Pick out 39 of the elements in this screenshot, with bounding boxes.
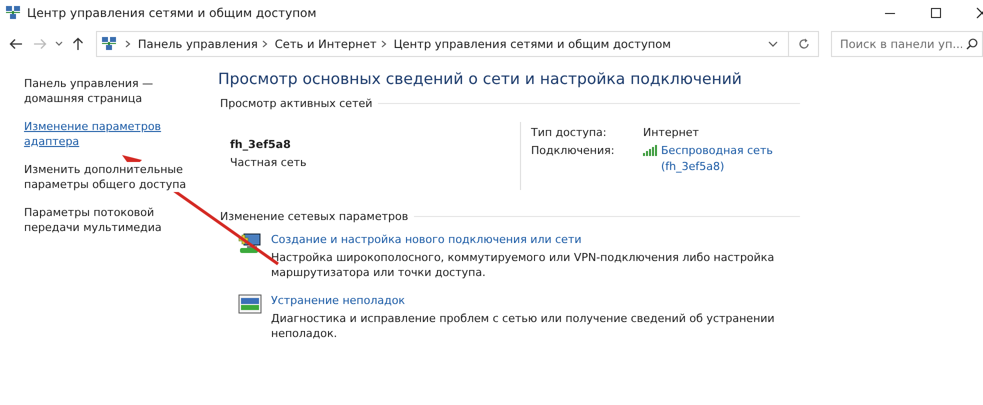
task-description: Настройка широкополосного, коммутируемого или VPN-подключения либо настройка маршрутизатора или точки доступа.	[271, 250, 774, 280]
chevron-right-icon	[124, 40, 131, 48]
task-description: Диагностика и исправление проблем с сетью или получение сведений об устранении неполадок.	[271, 311, 775, 341]
task-link[interactable]: Создание и настройка нового подключения или сети	[271, 231, 774, 248]
network-icon	[5, 5, 21, 21]
chevron-down-icon	[768, 41, 778, 47]
sidebar-link[interactable]: Изменить дополнительные параметры общего доступа	[24, 162, 186, 192]
signal-bars-icon	[643, 145, 658, 156]
property-label: Подключения:	[531, 143, 616, 159]
connection-link[interactable]: Беспроводная сеть (fh_3ef5a8)	[661, 143, 773, 175]
sidebar-link[interactable]: Параметры потоковой передачи мультимедиа	[24, 205, 162, 235]
section-title: Изменение сетевых параметров	[220, 210, 408, 223]
search-icon	[966, 38, 978, 50]
chevron-right-icon	[262, 40, 268, 48]
refresh-icon	[798, 38, 810, 50]
breadcrumb[interactable]: Центр управления сетями и общим доступом	[394, 37, 671, 51]
network-category: Частная сеть	[230, 155, 308, 171]
property-value: Интернет	[643, 125, 699, 141]
troubleshoot-window-icon	[238, 293, 262, 315]
breadcrumb[interactable]: Сеть и Интернет	[274, 37, 377, 51]
sidebar-link[interactable]: Изменение параметров адаптера	[24, 119, 162, 149]
network-setup-icon	[238, 232, 262, 254]
breadcrumb[interactable]: Панель управления	[138, 37, 258, 51]
address-bar[interactable]: Панель управления Сеть и Интернет Центр управления сетями и общим доступом	[96, 31, 819, 57]
network-icon	[100, 36, 117, 52]
back-arrow-icon	[8, 38, 23, 50]
task-link[interactable]: Устранение неполадок	[271, 292, 775, 309]
sidebar-link[interactable]: Панель управления — домашняя страница	[24, 76, 154, 106]
maximize-icon	[930, 7, 942, 19]
forward-arrow-icon	[32, 38, 47, 50]
page-heading: Просмотр основных сведений о сети и настройка подключений	[218, 70, 743, 88]
chevron-right-icon	[380, 40, 387, 48]
network-name: fh_3ef5a8	[230, 137, 292, 153]
window-title: Центр управления сетями и общим доступом	[27, 6, 316, 20]
chevron-down-icon	[54, 41, 63, 47]
property-label: Тип доступа:	[531, 125, 608, 141]
up-arrow-icon	[72, 37, 84, 51]
section-title: Просмотр активных сетей	[220, 97, 372, 110]
search-field[interactable]: Поиск в панели уп...	[831, 31, 983, 57]
